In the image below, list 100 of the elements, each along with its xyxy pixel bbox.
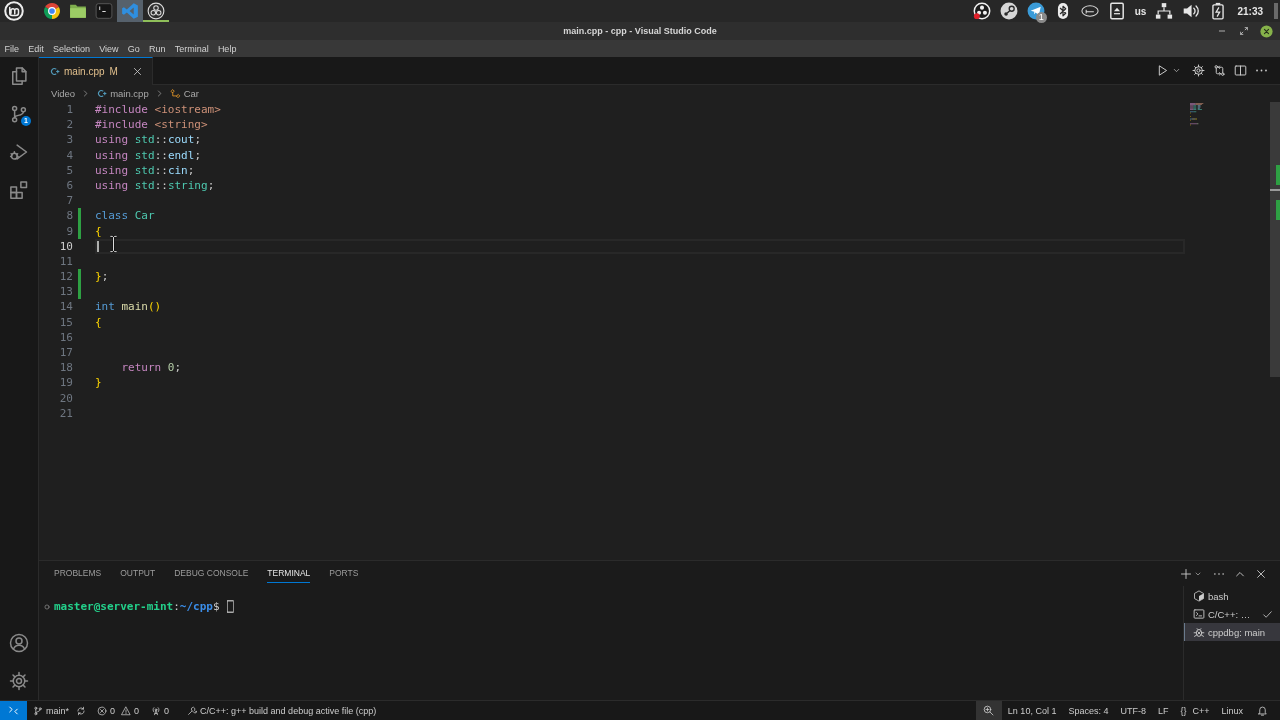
status-bar-item[interactable]: Linux	[1215, 701, 1249, 720]
play-icon[interactable]	[1156, 64, 1169, 77]
code-line: #include <string>	[95, 117, 208, 133]
maximize-icon[interactable]	[1238, 25, 1250, 37]
code-line: }	[95, 375, 102, 391]
command-ring-icon	[44, 603, 50, 610]
code-line: #include <iostream>	[95, 102, 221, 118]
ports-button[interactable]: 0	[143, 701, 176, 720]
panel-tab[interactable]: OUTPUT	[120, 564, 156, 583]
bell-icon[interactable]	[1257, 705, 1268, 716]
line-number: 11	[58, 253, 73, 270]
split-editor-icon[interactable]	[1234, 64, 1247, 77]
menu-item[interactable]: View	[94, 43, 124, 54]
bug-icon	[1193, 626, 1205, 638]
code-line: {	[95, 223, 102, 239]
menu-item[interactable]: Selection	[48, 43, 95, 54]
clock[interactable]: 21:33	[1237, 5, 1263, 17]
menu-item[interactable]: Edit	[23, 43, 49, 54]
account-icon[interactable]	[9, 633, 29, 653]
line-number: 16	[58, 329, 73, 345]
line-number: 14	[58, 299, 73, 315]
breadcrumb-item[interactable]: Video	[51, 88, 76, 99]
line-number: 18	[58, 360, 73, 376]
terminal-list-item[interactable]: bash	[1184, 587, 1280, 605]
chevron-right-icon	[81, 89, 91, 98]
line-number: 5	[65, 162, 73, 178]
play-bug-icon[interactable]	[9, 142, 29, 162]
zoom-button[interactable]	[975, 701, 1002, 720]
panel-tab[interactable]: PORTS	[329, 564, 359, 583]
status-bar-item[interactable]: Spaces: 4	[1062, 701, 1115, 720]
status-bar-item[interactable]: LF	[1151, 701, 1175, 720]
menu-item[interactable]: Go	[123, 43, 145, 54]
status-bar-item[interactable]: Ln 10, Col 1	[1001, 701, 1063, 720]
code-line: int main()	[95, 299, 162, 315]
remote-icon	[8, 705, 19, 716]
menu-item[interactable]: Terminal	[170, 43, 214, 54]
line-number: 10	[58, 238, 73, 254]
line-number: 8	[65, 208, 73, 224]
wrench-icon	[187, 705, 198, 716]
line-number: 13	[58, 284, 73, 300]
line-number: 6	[65, 177, 73, 194]
window-title: main.cpp - cpp - Visual Studio Code	[563, 26, 717, 36]
antenna-icon	[151, 705, 162, 716]
eject-box-icon[interactable]	[1107, 2, 1126, 20]
file-type-icon	[49, 66, 60, 77]
i-beam-pointer-icon	[109, 235, 118, 253]
branch-icon	[33, 705, 43, 716]
settings-icon[interactable]	[1192, 64, 1205, 77]
network-icon[interactable]	[1155, 2, 1174, 20]
hexagon-icon	[1193, 590, 1205, 602]
panel-tab[interactable]: DEBUG CONSOLE	[174, 564, 249, 583]
code-line: return 0;	[121, 360, 182, 376]
terminal-list-item[interactable]: cppdbg: main	[1184, 623, 1280, 641]
extensions-icon[interactable]	[9, 180, 29, 200]
three-lobe-circle-icon[interactable]	[972, 2, 991, 20]
settings-icon[interactable]	[9, 671, 29, 691]
line-number: 12	[58, 269, 73, 285]
language-mode-button[interactable]: {} C++	[1174, 701, 1216, 720]
editor-tab[interactable]: main.cpp M	[39, 57, 153, 85]
code-line: };	[95, 269, 109, 285]
line-number: 19	[58, 375, 73, 391]
code-line: using std::endl;	[95, 147, 201, 163]
circle-logo-icon[interactable]	[4, 1, 24, 21]
panel-tab[interactable]: PROBLEMS	[54, 564, 102, 583]
menu-item[interactable]: Run	[144, 43, 171, 54]
cursor-block-icon	[226, 600, 234, 613]
line-number: 4	[65, 147, 73, 163]
plus-icon[interactable]	[1180, 567, 1192, 580]
line-number: 3	[65, 132, 73, 148]
panel-tab[interactable]: TERMINAL	[267, 564, 311, 583]
menu-item[interactable]: File	[0, 43, 24, 54]
files-icon[interactable]	[9, 66, 29, 86]
terminal-prompt: master@server-mint:~/cpp$	[54, 600, 220, 613]
line-number: 7	[65, 193, 73, 209]
menu-item[interactable]: Help	[213, 43, 241, 54]
compare-icon[interactable]	[1213, 64, 1226, 77]
code-line: using std::string;	[95, 177, 215, 194]
sync-icon[interactable]	[76, 705, 86, 716]
line-number: 2	[65, 117, 73, 133]
speaker-icon[interactable]	[1182, 2, 1201, 20]
terminal-list-item[interactable]: C/C++: …	[1184, 605, 1280, 623]
piston-circle-icon[interactable]	[999, 2, 1018, 20]
line-number: 17	[58, 345, 73, 361]
close-icon[interactable]	[1255, 567, 1267, 580]
close-icon[interactable]	[131, 66, 143, 77]
oval-logo-icon[interactable]	[1080, 2, 1099, 20]
branch-button[interactable]: main*	[27, 701, 73, 720]
chevron-down-icon[interactable]	[1172, 66, 1181, 75]
status-bar-item[interactable]: UTF-8	[1114, 701, 1152, 720]
line-number: 15	[58, 314, 73, 330]
zoom-in-icon	[983, 705, 995, 716]
code-line: using std::cin;	[95, 162, 195, 178]
breadcrumb-item[interactable]: Car	[169, 88, 199, 99]
breadcrumb-item[interactable]: main.cpp	[96, 88, 149, 99]
class-symbol-icon	[169, 88, 181, 99]
keyboard-layout-indicator[interactable]: us	[1134, 5, 1147, 17]
problems-button[interactable]: 0 0	[92, 701, 144, 720]
task-button[interactable]: C/C++: g++ build and debug active file (cpp)	[175, 701, 383, 720]
close-icon[interactable]	[1260, 24, 1273, 38]
source-control-icon[interactable]	[9, 104, 29, 124]
